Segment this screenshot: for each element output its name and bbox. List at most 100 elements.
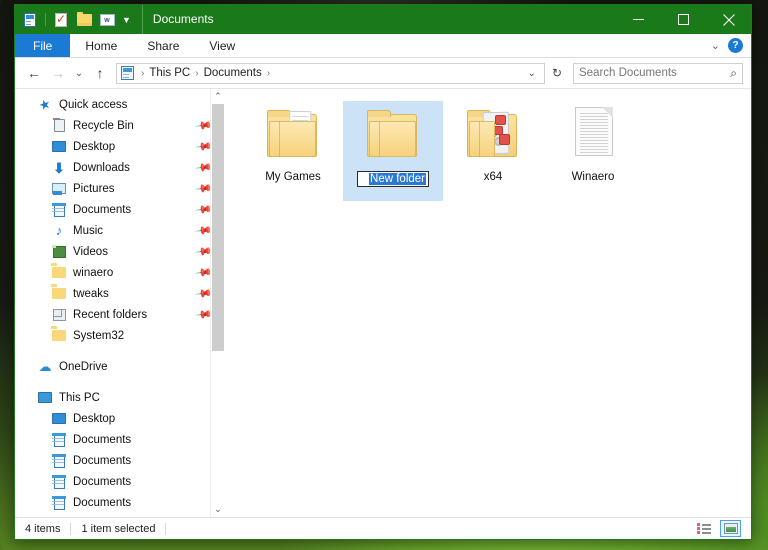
navigation-list: ★ Quick access Recycle Bin 📌 Desktop 📌 ⬇… [15, 89, 225, 517]
file-name-label: x64 [483, 171, 503, 183]
sidebar-item-label: System32 [73, 329, 125, 342]
rename-input[interactable]: New folder [357, 171, 429, 187]
sidebar-item-label: Documents [73, 433, 132, 446]
tab-file[interactable]: File [15, 34, 71, 57]
new-folder-icon[interactable] [74, 10, 94, 30]
ribbon-tab-bar: File Home Share View ⌄ ? [15, 34, 751, 58]
item-count-label: 4 items [25, 522, 61, 535]
this-pc-icon [37, 390, 53, 406]
breadcrumb[interactable]: › This PC › Documents › ⌄ [116, 62, 545, 84]
sidebar-item-winaero[interactable]: winaero 📌 [15, 262, 225, 283]
customize-chevron-icon[interactable]: ▼ [120, 15, 133, 25]
sidebar-item-pictures[interactable]: Pictures 📌 [15, 178, 225, 199]
breadcrumb-separator: › [141, 67, 145, 79]
sidebar-item-documents[interactable]: Documents [15, 450, 225, 471]
view-mode-buttons [693, 520, 741, 537]
documents-icon [51, 474, 67, 490]
sidebar-item-label: tweaks [73, 287, 109, 300]
rename-selected-text: New folder [369, 173, 426, 185]
details-view-button[interactable] [693, 520, 714, 537]
search-input[interactable]: Search Documents ⌕ [573, 62, 743, 84]
sidebar-scrollbar[interactable]: ⌃ ⌄ [210, 89, 225, 517]
desktop-icon [51, 139, 67, 155]
onedrive-icon: ☁ [38, 358, 52, 374]
sidebar-group-quick-access[interactable]: ★ Quick access [15, 94, 225, 115]
undo-icon[interactable] [51, 10, 71, 30]
file-name-label: My Games [265, 171, 321, 183]
file-item-x64[interactable]: x64 [443, 101, 543, 201]
sidebar-item-label: Documents [73, 496, 132, 509]
music-icon: ♪ [55, 223, 63, 238]
breadcrumb-item-documents[interactable]: Documents [204, 67, 262, 79]
title-bar: w ▼ Documents [15, 5, 751, 34]
forward-button[interactable]: → [47, 62, 69, 84]
file-item-new-folder[interactable]: New folder [343, 101, 443, 201]
file-list-pane[interactable]: My Games New folder x64 Winaero [225, 89, 751, 517]
documents-icon [51, 432, 67, 448]
status-divider [165, 522, 167, 535]
sidebar-item-videos[interactable]: Videos 📌 [15, 241, 225, 262]
large-icons-view-button[interactable] [720, 520, 741, 537]
sidebar-item-label: OneDrive [59, 360, 108, 373]
up-button[interactable]: ↑ [89, 62, 111, 84]
address-bar: ← → ⌄ ↑ › This PC › Documents › ⌄ ↻ Sear… [15, 58, 751, 88]
desktop-icon [51, 411, 67, 427]
scrollbar-thumb[interactable] [212, 104, 224, 351]
recent-locations-button[interactable]: ⌄ [71, 62, 87, 84]
status-bar: 4 items 1 item selected [15, 517, 751, 539]
search-icon[interactable]: ⌕ [730, 66, 737, 81]
sidebar-item-system32[interactable]: System32 [15, 325, 225, 346]
scroll-down-arrow-icon[interactable]: ⌄ [211, 502, 225, 517]
breadcrumb-separator: › [266, 67, 271, 79]
tab-view[interactable]: View [194, 34, 250, 57]
file-item-my-games[interactable]: My Games [243, 101, 343, 201]
documents-icon [51, 202, 67, 218]
sidebar-item-music[interactable]: ♪ Music 📌 [15, 220, 225, 241]
sidebar-group-onedrive[interactable]: ☁ OneDrive [15, 356, 225, 377]
sidebar-item-label: Recent folders [73, 308, 148, 321]
tab-home[interactable]: Home [70, 34, 132, 57]
sidebar-item-downloads[interactable]: ⬇ Downloads 📌 [15, 157, 225, 178]
documents-icon [51, 516, 67, 517]
sidebar-item-documents[interactable]: Documents [15, 492, 225, 513]
sidebar-item-documents[interactable]: Documents [15, 471, 225, 492]
chevron-down-icon[interactable]: ⌄ [711, 39, 720, 52]
sidebar-item-label: This PC [59, 391, 100, 404]
sidebar-group-this-pc[interactable]: This PC [15, 387, 225, 408]
search-placeholder: Search Documents [579, 67, 677, 79]
sidebar-item-tweaks[interactable]: tweaks 📌 [15, 283, 225, 304]
sidebar-item-desktop[interactable]: Desktop [15, 408, 225, 429]
scroll-up-arrow-icon[interactable]: ⌃ [211, 89, 225, 104]
tab-share[interactable]: Share [132, 34, 194, 57]
refresh-icon[interactable]: ↻ [547, 66, 567, 80]
help-icon[interactable]: ? [728, 38, 743, 53]
properties-icon[interactable] [20, 10, 40, 30]
scrollbar-track[interactable] [211, 104, 225, 502]
breadcrumb-dropdown-icon[interactable]: ⌄ [524, 68, 540, 79]
star-icon: ★ [36, 95, 53, 113]
breadcrumb-item-this-pc[interactable]: This PC [149, 67, 190, 79]
status-divider [70, 522, 72, 535]
folder-with-gears-icon [461, 105, 525, 165]
sidebar-item-documents[interactable]: Documents [15, 513, 225, 517]
sidebar-item-label: Videos [73, 245, 108, 258]
close-button[interactable] [706, 5, 751, 34]
sidebar-item-documents[interactable]: Documents [15, 429, 225, 450]
text-document-icon [561, 105, 625, 165]
minimize-button[interactable] [616, 5, 661, 34]
file-name-label: Winaero [571, 171, 615, 183]
sidebar-item-desktop[interactable]: Desktop 📌 [15, 136, 225, 157]
rename-icon[interactable]: w [97, 10, 117, 30]
sidebar-item-recycle-bin[interactable]: Recycle Bin 📌 [15, 115, 225, 136]
recycle-bin-icon [51, 118, 67, 134]
maximize-button[interactable] [661, 5, 706, 34]
quick-access-toolbar: w ▼ [15, 10, 133, 30]
file-item-winaero[interactable]: Winaero [543, 101, 643, 201]
selection-label: 1 item selected [81, 522, 156, 535]
breadcrumb-separator: › [195, 67, 199, 79]
sidebar-item-recent-folders[interactable]: Recent folders 📌 [15, 304, 225, 325]
sidebar-item-documents[interactable]: Documents 📌 [15, 199, 225, 220]
back-button[interactable]: ← [23, 62, 45, 84]
folder-icon [51, 286, 67, 302]
